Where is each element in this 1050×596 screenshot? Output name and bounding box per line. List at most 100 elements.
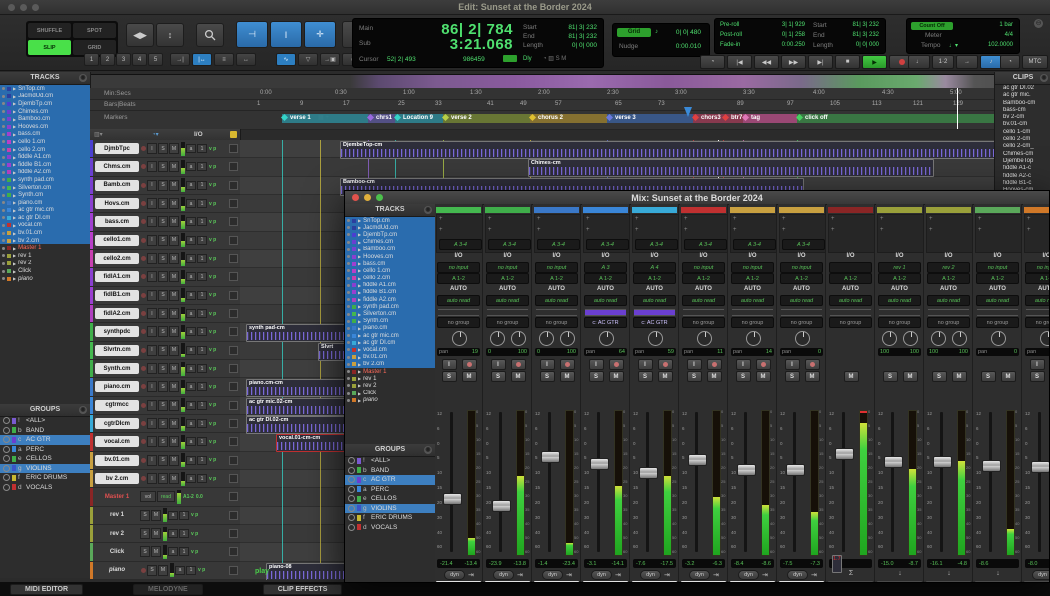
pan-display[interactable]: pan19 — [437, 348, 480, 356]
record-enable-button[interactable] — [462, 359, 477, 370]
solo-button[interactable]: S — [158, 180, 168, 191]
send-slot[interactable]: A 3-4 — [635, 239, 678, 250]
grabber-tool-button[interactable]: ✛ — [304, 21, 336, 48]
marker-label[interactable]: chorus 2 — [538, 115, 563, 121]
track-show-dot-icon[interactable] — [347, 277, 350, 280]
record-enable-button[interactable] — [141, 201, 146, 206]
automation-mode-button[interactable]: a — [186, 474, 196, 483]
output-selector[interactable]: A 1-2 — [682, 273, 725, 284]
playlist-button[interactable]: 1 — [179, 529, 189, 538]
fade-in-value[interactable]: 0:00.250 — [767, 42, 805, 48]
track-list-item[interactable]: ▶fiddle A1.cm — [0, 153, 90, 161]
track-name[interactable]: cgtrDIcm — [95, 418, 139, 429]
groups-panel-menu-icon[interactable]: ◉ — [79, 406, 87, 414]
track-name[interactable]: Hovs.cm — [95, 198, 139, 209]
record-enable-button[interactable] — [141, 384, 146, 389]
track-name[interactable]: Chms.cm — [95, 161, 139, 172]
automation-mode-selector[interactable]: auto read — [731, 295, 774, 306]
solo-button[interactable]: S — [540, 371, 555, 382]
mode-shuffle-button[interactable]: SHUFFLE — [28, 23, 71, 38]
track-show-dot-icon[interactable] — [2, 186, 5, 189]
track-header-row[interactable]: Slvrtn.cmISMa1v p — [90, 342, 240, 360]
record-enable-button[interactable] — [141, 164, 146, 169]
record-enable-button[interactable] — [707, 359, 722, 370]
track-header-row[interactable]: Hovs.cmISMa1v p — [90, 195, 240, 213]
marker-label[interactable]: Location 9 — [403, 115, 433, 121]
grid-value[interactable]: 0| 0| 480 — [661, 29, 701, 36]
clip-list-item[interactable]: DjembeTop — [995, 158, 1050, 165]
universe-overview[interactable] — [90, 74, 1050, 89]
track-header-row[interactable]: bv.01.cmISMa1v p — [90, 452, 240, 470]
pan-knob-left[interactable] — [931, 331, 946, 346]
track-list-item[interactable]: ▶Bamboo.cm — [0, 115, 90, 123]
send-add-icon[interactable]: + — [733, 227, 737, 233]
send-add-icon[interactable]: + — [1027, 227, 1031, 233]
record-enable-button[interactable] — [141, 256, 146, 261]
send-add-icon[interactable]: + — [831, 216, 835, 222]
input-selector[interactable]: no input — [780, 262, 823, 273]
track-list-item[interactable]: ▶fiddle A1.cm — [345, 282, 435, 289]
automation-mode-button[interactable]: a — [186, 291, 196, 300]
zoom-preset-1[interactable]: 1 — [84, 53, 99, 66]
channel-name[interactable]: ac gtr DI.cm — [632, 581, 677, 583]
audio-clip[interactable]: DjembeTop-cm — [340, 141, 1044, 159]
track-list-item[interactable]: ▶Chimes.cm — [345, 239, 435, 246]
channel-strip[interactable]: ++A 3-4I/Ono inputA 1-2AUTOauto readno g… — [533, 204, 581, 583]
output-selector[interactable]: A 1-2 — [1025, 273, 1050, 284]
selector-tool-button[interactable]: I — [270, 21, 302, 48]
clip-list-item[interactable]: cello 1-cm — [995, 129, 1050, 136]
rolls-start-value[interactable]: 81| 3| 232 — [839, 22, 879, 28]
metronome-button[interactable]: ♩ — [908, 55, 930, 69]
playlist-button[interactable]: 1 — [197, 144, 207, 153]
fader-cap[interactable] — [492, 500, 511, 512]
output-window-button[interactable] — [229, 364, 238, 373]
mute-button[interactable]: M — [151, 546, 161, 557]
channel-strip[interactable]: ++I/Orev 2A 1-2AUTOauto readno group1001… — [925, 204, 973, 583]
track-list-item[interactable]: ▶Synth.cm — [0, 191, 90, 199]
capture-clip-button[interactable]: →▣ — [320, 53, 340, 66]
output-window-button[interactable] — [229, 144, 238, 153]
track-show-dot-icon[interactable] — [2, 95, 5, 98]
send-add-icon[interactable]: + — [880, 216, 884, 222]
send-add-icon[interactable]: + — [488, 216, 492, 222]
track-name[interactable]: rev 2 — [95, 528, 139, 539]
automation-mode-button[interactable]: a — [186, 162, 196, 171]
group-enable-icon[interactable] — [348, 505, 355, 512]
clips-panel-header[interactable]: CLIPS ◉ — [995, 72, 1050, 85]
group-enable-icon[interactable] — [3, 427, 10, 434]
track-name[interactable]: cgtrmcc — [95, 400, 139, 411]
rolls-length-value[interactable]: 0| 0| 000 — [839, 42, 879, 48]
output-window-button[interactable] — [229, 327, 238, 336]
track-show-dot-icon[interactable] — [347, 305, 350, 308]
automation-mode-selector[interactable]: auto read — [829, 295, 872, 306]
zoom-preset-2[interactable]: 2 — [100, 53, 115, 66]
mute-button[interactable]: M — [707, 371, 722, 382]
solo-button[interactable]: S — [158, 143, 168, 154]
track-header-row[interactable]: Chms.cmISMa1v p — [90, 158, 240, 176]
mute-button[interactable]: M — [169, 161, 179, 172]
meter-value[interactable]: 4/4 — [979, 32, 1013, 38]
solo-button[interactable]: S — [158, 400, 168, 411]
tempo-value[interactable]: 102.0000 — [973, 42, 1013, 48]
track-list-item[interactable]: ▶rev 1 — [0, 252, 90, 260]
automation-mode-selector[interactable]: auto read — [927, 295, 970, 306]
track-show-dot-icon[interactable] — [2, 209, 5, 212]
clip-list-item[interactable]: Bamboo-cm — [995, 100, 1050, 107]
automation-mode-button[interactable]: a — [186, 346, 196, 355]
automation-mode-button[interactable]: a — [168, 511, 178, 520]
pan-knob-right[interactable] — [952, 331, 967, 346]
track-list-item[interactable]: ▶ac gtr DI.cm — [345, 339, 435, 346]
solo-button[interactable]: S — [1030, 371, 1045, 382]
output-window-button[interactable] — [229, 529, 238, 538]
input-selector[interactable]: A 4 — [633, 262, 676, 273]
track-show-dot-icon[interactable] — [2, 277, 5, 280]
pan-display[interactable]: pan11 — [682, 348, 725, 356]
stop-button[interactable]: ■ — [835, 55, 860, 69]
send-add-icon[interactable]: + — [782, 216, 786, 222]
online-button[interactable]: ◔ — [700, 55, 725, 69]
solo-button[interactable]: S — [158, 198, 168, 209]
timeline-insertion-icon[interactable] — [503, 55, 517, 62]
zoom-preset-4[interactable]: 4 — [132, 53, 147, 66]
track-list-item[interactable]: ▶Click — [0, 267, 90, 275]
track-show-dot-icon[interactable] — [2, 163, 5, 166]
